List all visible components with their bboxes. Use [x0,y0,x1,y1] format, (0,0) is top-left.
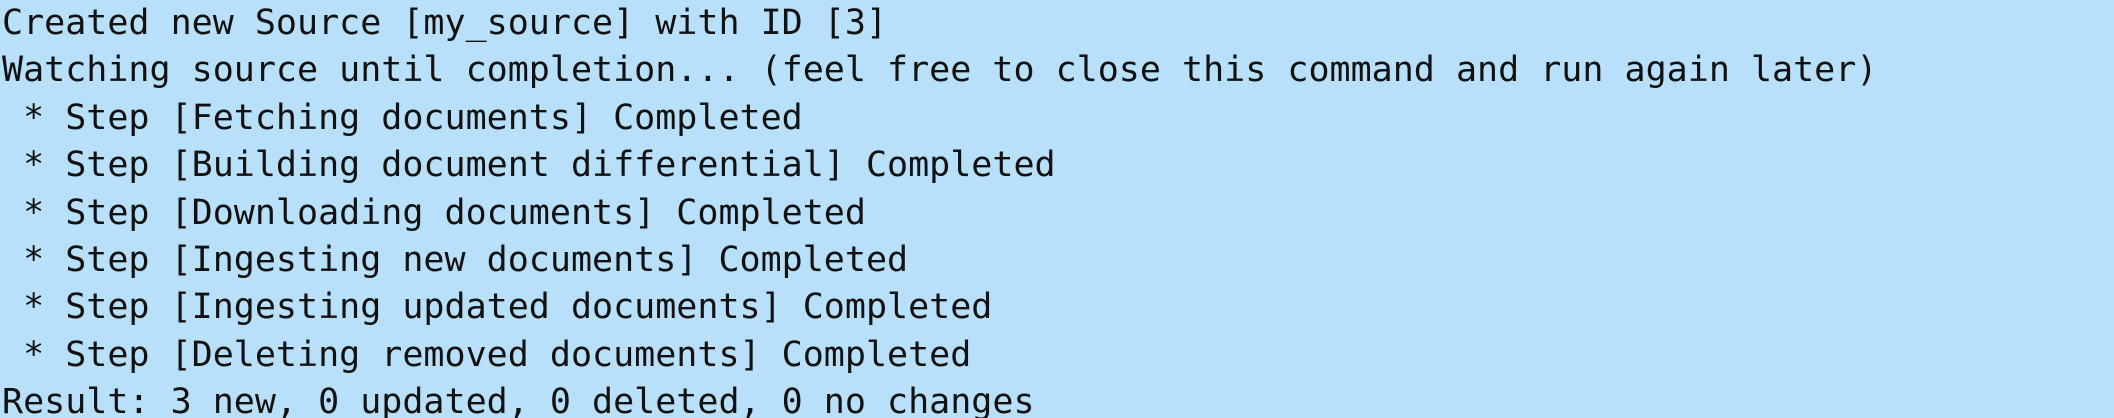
terminal-line-step-downloading: * Step [Downloading documents] Completed [2,192,866,233]
terminal-output[interactable]: Created new Source [my_source] with ID [… [0,0,2114,418]
terminal-line-step-fetching: * Step [Fetching documents] Completed [2,97,803,138]
terminal-line-step-ingesting-new: * Step [Ingesting new documents] Complet… [2,239,909,280]
terminal-line-result: Result: 3 new, 0 updated, 0 deleted, 0 n… [2,382,1035,418]
terminal-line-step-deleting: * Step [Deleting removed documents] Comp… [2,334,972,375]
terminal-line-step-differential: * Step [Building document differential] … [2,145,1056,186]
terminal-line-step-ingesting-updated: * Step [Ingesting updated documents] Com… [2,287,993,328]
terminal-line-created-source: Created new Source [my_source] with ID [… [2,3,888,43]
terminal-line-watching-source: Watching source until completion... (fee… [2,50,1878,91]
